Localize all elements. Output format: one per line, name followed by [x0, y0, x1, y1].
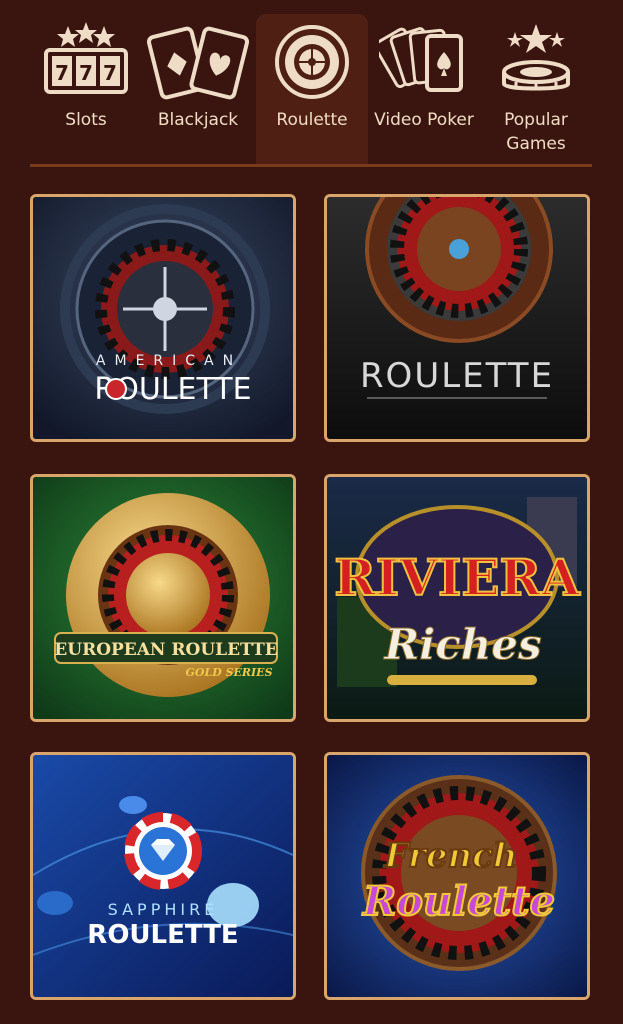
- tab-popular-games[interactable]: Popular Games: [480, 14, 592, 166]
- tab-blackjack[interactable]: Blackjack: [142, 14, 254, 166]
- sapphire-roulette-small-title: SAPPHIRE: [108, 900, 219, 919]
- french-roulette-title: French: [383, 836, 517, 876]
- tab-video-poker[interactable]: Video Poker: [368, 14, 480, 166]
- sapphire-roulette-thumbnail: SAPPHIRE ROULETTE: [33, 755, 293, 997]
- game-category-tabs: 7 7 7 Slots Blackjack Roulette Video Pok…: [0, 0, 623, 170]
- french-roulette-thumbnail: French Roulette: [327, 755, 587, 997]
- tab-label-popular-games: Popular Games: [504, 110, 568, 154]
- tab-label-slots: Slots: [65, 110, 107, 130]
- american-roulette-small-title: AMERICAN: [96, 353, 242, 369]
- game-tile-european-roulette[interactable]: EUROPEAN ROULETTE GOLD SERIES: [30, 474, 296, 722]
- svg-text:7: 7: [55, 61, 69, 85]
- poker-cards-icon: [379, 27, 463, 92]
- tab-label-blackjack: Blackjack: [157, 110, 239, 130]
- sapphire-roulette-title: ROULETTE: [87, 920, 238, 950]
- european-roulette-thumbnail: EUROPEAN ROULETTE GOLD SERIES: [33, 477, 293, 719]
- slot-machine-icon: 7 7 7: [44, 22, 128, 94]
- european-roulette-title: EUROPEAN ROULETTE: [54, 640, 277, 660]
- playing-cards-icon: [146, 26, 250, 100]
- stars-chips-icon: [502, 24, 570, 91]
- tab-roulette[interactable]: Roulette: [256, 14, 368, 166]
- riviera-riches-title: RIVIERA: [334, 548, 581, 607]
- tab-label-roulette: Roulette: [276, 110, 348, 130]
- tabs-divider: [30, 164, 592, 167]
- european-roulette-subtitle: GOLD SERIES: [185, 666, 272, 679]
- svg-text:7: 7: [79, 61, 93, 85]
- riviera-riches-subtitle: Riches: [383, 620, 541, 669]
- tab-label-video-poker: Video Poker: [374, 110, 474, 130]
- riviera-riches-thumbnail: RIVIERA Riches: [327, 477, 587, 719]
- tab-slots[interactable]: 7 7 7 Slots: [30, 14, 142, 166]
- game-tile-sapphire-roulette[interactable]: SAPPHIRE ROULETTE: [30, 752, 296, 1000]
- svg-text:7: 7: [103, 61, 117, 85]
- roulette-wheel-icon: [275, 25, 349, 99]
- game-tile-riviera-riches[interactable]: RIVIERA Riches: [324, 474, 590, 722]
- french-roulette-subtitle: Roulette: [362, 878, 555, 925]
- game-tile-roulette[interactable]: ROULETTE: [324, 194, 590, 442]
- game-tile-american-roulette[interactable]: AMERICAN ROULETTE: [30, 194, 296, 442]
- game-tile-french-roulette[interactable]: French Roulette: [324, 752, 590, 1000]
- roulette-title: ROULETTE: [360, 356, 554, 396]
- roulette-thumbnail: ROULETTE: [327, 197, 587, 439]
- american-roulette-thumbnail: AMERICAN ROULETTE: [33, 197, 293, 439]
